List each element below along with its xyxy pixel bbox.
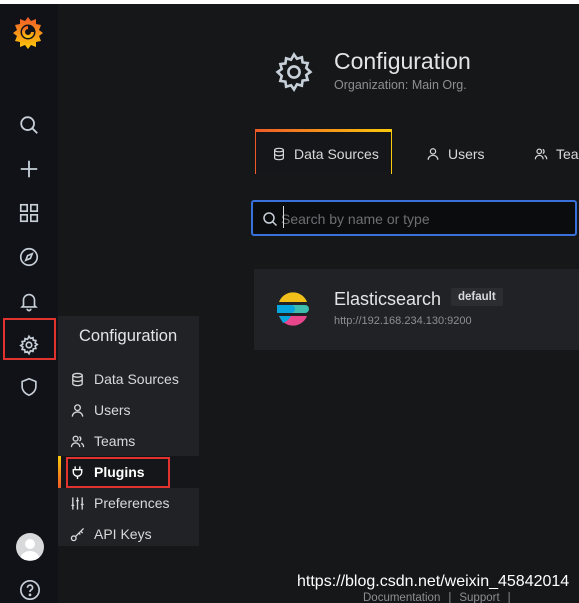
sliders-icon [71, 496, 84, 510]
compass-icon[interactable] [16, 244, 42, 270]
menu-title[interactable]: Configuration [79, 327, 177, 346]
page-subtitle: Organization: Main Org. [334, 78, 467, 92]
bell-icon[interactable] [16, 288, 42, 314]
gear-icon [275, 52, 313, 92]
database-icon [274, 147, 284, 161]
help-icon[interactable] [19, 579, 41, 601]
menu-item-label: Teams [94, 433, 136, 449]
plug-icon [72, 465, 83, 479]
search-icon [263, 212, 278, 227]
sidebar [0, 4, 58, 603]
tab-teams[interactable]: Teams [534, 140, 579, 168]
menu-item-users[interactable]: Users [70, 398, 131, 422]
menu-active-indicator [58, 456, 61, 488]
footer: Documentation | Support | [363, 592, 511, 603]
default-badge: default [451, 288, 503, 306]
search-icon[interactable] [16, 112, 42, 138]
gear-icon[interactable] [16, 332, 42, 358]
key-icon [70, 527, 85, 541]
elasticsearch-logo [277, 292, 309, 326]
menu-item-data-sources[interactable]: Data Sources [70, 367, 179, 391]
shield-icon[interactable] [16, 374, 42, 400]
tab-label: Data Sources [294, 146, 379, 162]
avatar[interactable] [16, 533, 44, 561]
menu-item-teams[interactable]: Teams [70, 429, 135, 453]
search-box[interactable] [251, 200, 577, 236]
menu-item-api-keys[interactable]: API Keys [70, 522, 152, 546]
menu-item-plugins[interactable]: Plugins [70, 460, 145, 484]
tab-users[interactable]: Users [426, 140, 485, 168]
users-icon [70, 435, 85, 447]
plus-icon[interactable] [16, 156, 42, 182]
watermark: https://blog.csdn.net/weixin_45842014 [297, 573, 570, 590]
database-icon [72, 372, 83, 386]
grid-icon[interactable] [16, 200, 42, 226]
support-link[interactable]: Support [459, 592, 499, 603]
tab-label: Teams [556, 146, 579, 162]
user-icon [427, 148, 439, 160]
page-title: Configuration [334, 48, 471, 74]
menu-item-label: Data Sources [94, 371, 179, 387]
text-cursor [283, 206, 284, 228]
menu-item-preferences[interactable]: Preferences [70, 491, 169, 515]
search-input[interactable] [281, 209, 561, 229]
tab-label: Users [448, 146, 485, 162]
tab-data-sources[interactable]: Data Sources [272, 140, 379, 168]
menu-item-label: Plugins [94, 464, 145, 480]
menu-item-label: Users [94, 402, 131, 418]
datasource-name[interactable]: Elasticsearch [334, 289, 441, 310]
menu-item-label: Preferences [94, 495, 170, 511]
documentation-link[interactable]: Documentation [363, 592, 440, 603]
user-icon [71, 403, 84, 417]
footer-separator: | [448, 592, 452, 603]
users-icon [534, 148, 548, 160]
menu-item-label: API Keys [94, 526, 152, 542]
datasource-url: http://192.168.234.130:9200 [334, 315, 472, 327]
footer-separator: | [507, 592, 511, 603]
grafana-logo-icon[interactable] [10, 14, 46, 50]
